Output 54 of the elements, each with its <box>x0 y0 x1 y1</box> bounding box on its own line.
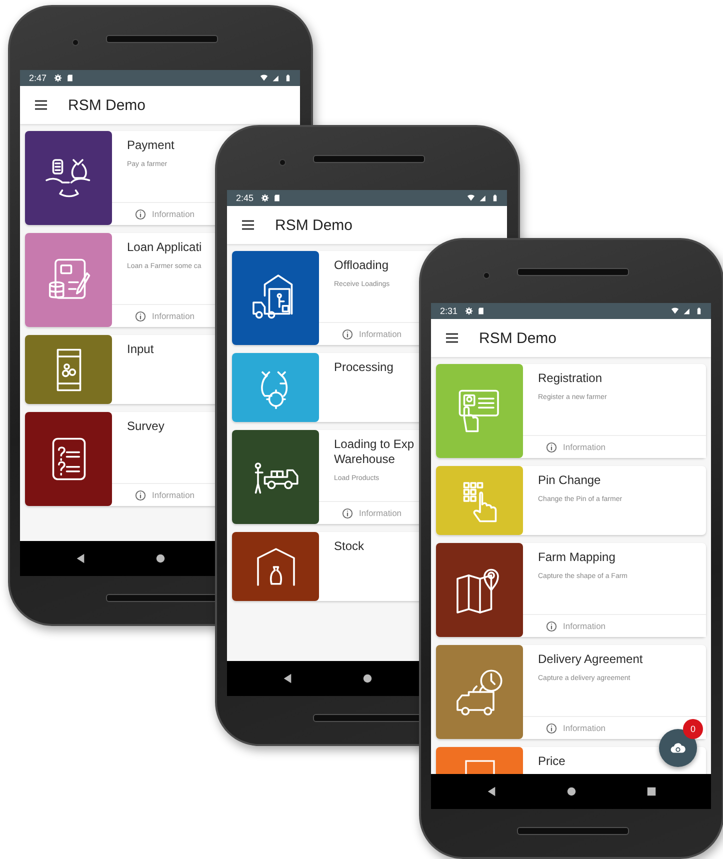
recents-icon[interactable] <box>646 786 656 797</box>
gear-icon <box>260 194 269 202</box>
home-icon[interactable] <box>566 786 576 797</box>
cloud-sync-icon <box>670 742 686 754</box>
status-time: 2:31 <box>440 306 458 316</box>
signal-icon <box>683 307 691 315</box>
card-title: Loading to Exp Warehouse <box>334 437 414 467</box>
card-title: Farm Mapping <box>538 550 616 565</box>
status-time: 2:47 <box>29 73 47 83</box>
home-icon[interactable] <box>154 553 166 564</box>
battery-icon <box>284 74 292 82</box>
battery-icon <box>695 307 703 315</box>
info-icon <box>135 310 146 322</box>
signal-icon <box>272 74 280 82</box>
wifi-icon <box>467 194 475 202</box>
sd-card-icon <box>476 307 485 315</box>
wifi-icon <box>260 74 268 82</box>
info-icon <box>546 620 557 632</box>
app-title: RSM Demo <box>68 96 146 114</box>
card-title: Payment <box>127 138 174 153</box>
card-title: Processing <box>334 360 394 375</box>
status-time: 2:45 <box>236 193 254 203</box>
menu-card[interactable]: Price <box>436 747 706 774</box>
gear-icon <box>54 74 62 82</box>
card-title: Input <box>127 342 154 357</box>
home-icon[interactable] <box>362 673 372 684</box>
card-title: Price <box>538 754 566 769</box>
back-icon[interactable] <box>74 553 86 564</box>
battery-icon <box>491 194 499 202</box>
info-icon <box>135 490 146 500</box>
signal-icon <box>479 194 487 202</box>
info-icon <box>342 508 353 518</box>
info-icon <box>546 722 557 734</box>
back-icon[interactable] <box>282 673 292 684</box>
card-title: Loan Applicati <box>127 240 202 255</box>
info-icon <box>546 442 557 452</box>
card-title: Registration <box>538 371 602 386</box>
camera-lens <box>72 39 79 46</box>
info-icon <box>135 208 146 220</box>
gear-icon <box>464 307 473 315</box>
card-title: Offloading <box>334 258 388 273</box>
menu-icon[interactable] <box>34 99 48 111</box>
sd-card-icon <box>66 74 74 82</box>
camera-lens <box>483 272 490 279</box>
back-icon[interactable] <box>486 786 496 797</box>
wifi-icon <box>671 307 679 315</box>
info-icon <box>342 328 353 340</box>
card-title: Stock <box>334 539 364 554</box>
camera-lens <box>279 159 286 166</box>
card-title: Delivery Agreement <box>538 652 643 667</box>
card-title: Pin Change <box>538 473 601 488</box>
menu-icon[interactable] <box>445 332 459 344</box>
menu-icon[interactable] <box>241 219 255 231</box>
card-title: Survey <box>127 419 164 434</box>
